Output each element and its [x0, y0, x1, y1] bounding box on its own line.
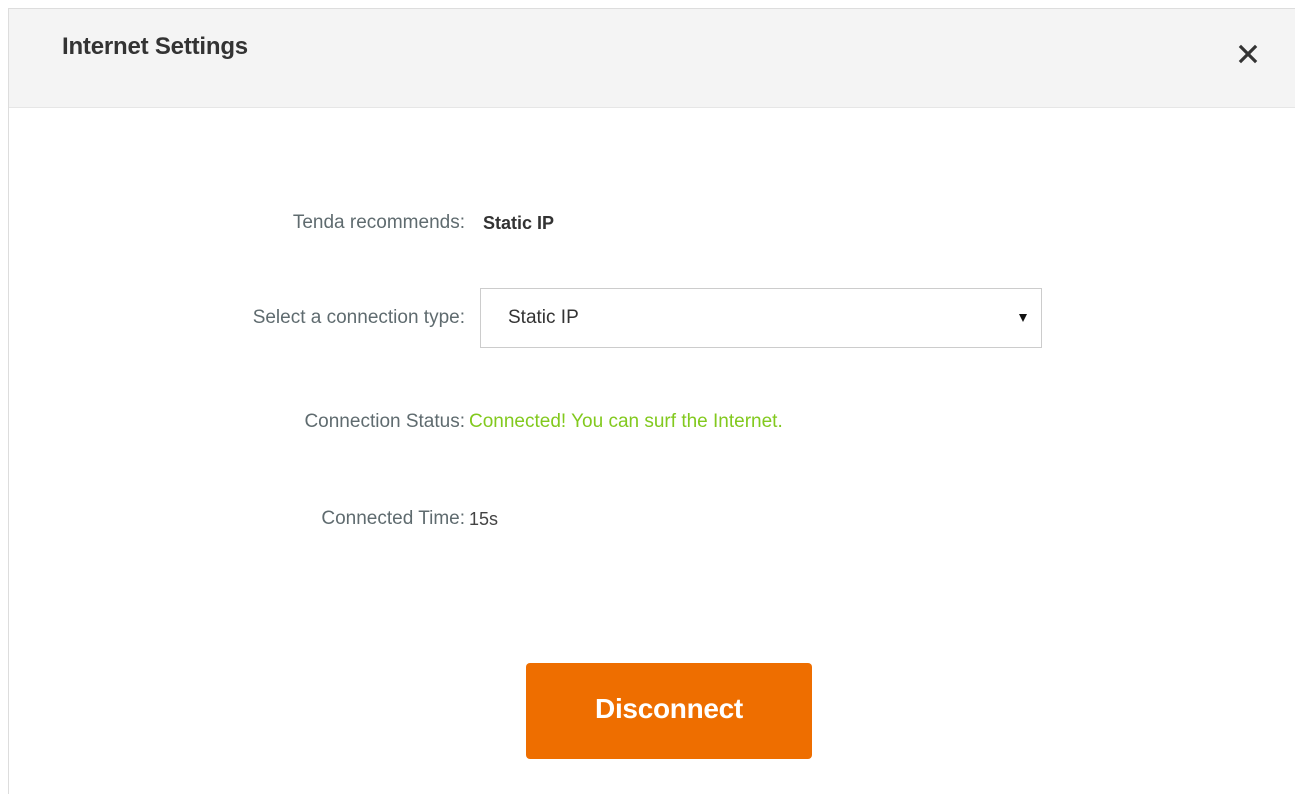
connection-type-select[interactable]: Static IP — [480, 288, 1042, 348]
connection-type-selected: Static IP — [508, 307, 579, 328]
connection-status-row: Connection Status: Connected! You can su… — [9, 402, 1295, 442]
caret-down-icon — [1019, 314, 1027, 322]
internet-settings-dialog: Internet Settings Tenda recommends: Stat… — [8, 8, 1295, 794]
connection-status-value: Connected! You can surf the Internet. — [469, 411, 783, 432]
recommend-label: Tenda recommends: — [292, 212, 465, 233]
close-icon — [1238, 44, 1258, 64]
connected-time-value: 15s — [469, 509, 499, 529]
connection-status-label: Connection Status: — [304, 411, 465, 432]
close-button[interactable] — [1237, 43, 1259, 65]
dialog-title: Internet Settings — [62, 33, 248, 60]
connection-type-label: Select a connection type: — [252, 307, 465, 328]
connected-time-label: Connected Time: — [321, 508, 465, 529]
recommend-value: Static IP — [483, 213, 555, 233]
recommend-row: Tenda recommends: Static IP — [9, 203, 1295, 243]
disconnect-button[interactable]: Disconnect — [526, 663, 812, 759]
dialog-header: Internet Settings — [9, 9, 1295, 108]
connected-time-row: Connected Time: 15s — [9, 499, 1295, 539]
